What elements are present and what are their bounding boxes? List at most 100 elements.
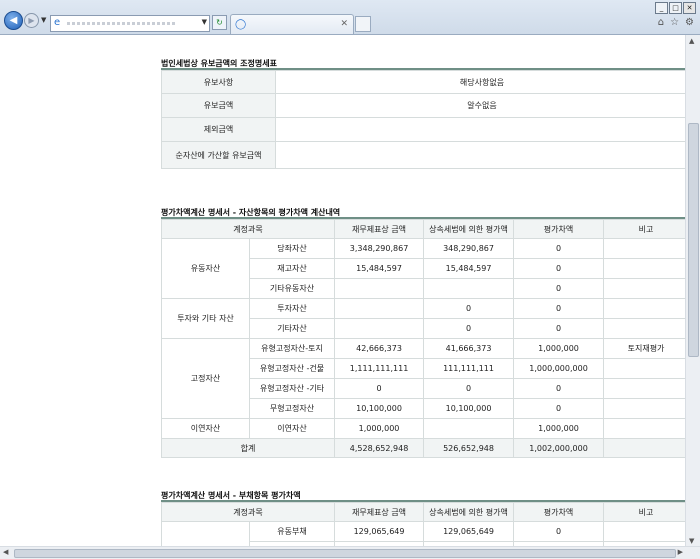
maximize-button[interactable]: □ — [669, 2, 682, 14]
total-row: 합계 4,528,652,948 526,652,948 1,002,000,0… — [160, 438, 686, 458]
header-appraised: 상속세법에 의한 평가액 — [423, 502, 515, 522]
note — [603, 358, 686, 379]
group-label: 유동자산 — [161, 238, 250, 299]
appraised-amount: 0 — [423, 318, 515, 339]
total-appraised-amount: 526,652,948 — [423, 438, 515, 458]
page-loading-icon: ◯ — [235, 19, 247, 30]
browser-toolbar: _ □ ✕ ◀ ▶ ▼ e ▼ ↻ ◯ ✕ ⌂ ☆ ⚙ — [0, 0, 700, 35]
appraised-amount: 348,290,867 — [423, 238, 515, 259]
group-label: 투자와 기타 자산 — [161, 298, 250, 339]
favorites-star-icon[interactable]: ☆ — [670, 17, 679, 28]
difference-amount: 1,000,000 — [513, 418, 605, 439]
scroll-down-icon[interactable]: ▼ — [689, 537, 694, 545]
row-value — [275, 141, 686, 169]
difference-amount: 1,000,000,000 — [513, 358, 605, 379]
table-row: 유동부채 129,065,649 129,065,649 0 — [161, 521, 686, 547]
difference-amount: 1,000,000 — [513, 338, 605, 359]
note — [603, 521, 686, 542]
note — [603, 238, 686, 259]
difference-amount: 0 — [513, 398, 605, 419]
browser-tools: ⌂ ☆ ⚙ — [658, 17, 694, 28]
new-tab-button[interactable] — [355, 16, 371, 32]
table-row: 이연자산 이연자산 1,000,000 1,000,000 — [161, 418, 686, 439]
home-icon[interactable]: ⌂ — [658, 17, 664, 28]
header-book-amount: 재무제표상 금액 — [334, 502, 425, 522]
table-row: 제외금액 — [161, 117, 686, 142]
account-name: 투자자산 — [248, 298, 336, 319]
scroll-up-icon[interactable]: ▲ — [689, 37, 694, 45]
vertical-scrollbar[interactable]: ▲ ▼ — [685, 35, 700, 547]
table-row: 유보금액 알수없음 — [161, 93, 686, 118]
header-account: 계정과목 — [160, 502, 336, 522]
arrow-left-icon: ◀ — [9, 15, 18, 26]
gear-icon[interactable]: ⚙ — [685, 17, 694, 28]
row-label: 유보금액 — [161, 93, 276, 118]
book-amount — [334, 298, 425, 319]
table-row: 유동자산 당좌자산 3,348,290,867 348,290,867 0 — [161, 238, 686, 299]
header-note: 비고 — [603, 219, 686, 239]
row-label: 유보사항 — [161, 70, 276, 94]
browser-tab[interactable]: ◯ ✕ — [230, 14, 354, 34]
book-amount: 1,000,000 — [334, 418, 425, 439]
header-note: 비고 — [603, 502, 686, 522]
table-row: 고정자산 유형고정자산-토지 42,666,373 41,666,373 1,0… — [161, 338, 686, 419]
appraised-amount — [423, 278, 515, 299]
account-name: 당좌자산 — [248, 238, 336, 259]
forward-button[interactable]: ▶ — [24, 13, 39, 28]
row-label: 순자산에 가산할 유보금액 — [161, 141, 276, 169]
difference-amount: 0 — [513, 378, 605, 399]
chevron-down-icon: ▼ — [41, 16, 47, 24]
note — [603, 298, 686, 319]
row-label: 제외금액 — [161, 117, 276, 142]
arrow-right-icon: ▶ — [28, 16, 35, 25]
scroll-right-icon[interactable]: ▶ — [678, 548, 683, 556]
header-appraised: 상속세법에 의한 평가액 — [423, 219, 515, 239]
header-book-amount: 재무제표상 금액 — [334, 219, 425, 239]
address-dropdown-icon[interactable]: ▼ — [202, 18, 207, 26]
appraised-amount: 41,666,373 — [423, 338, 515, 359]
difference-amount: 0 — [513, 318, 605, 339]
group-label: 이연자산 — [161, 418, 250, 439]
account-name: 무형고정자산 — [248, 398, 336, 419]
close-tab-icon[interactable]: ✕ — [340, 19, 348, 29]
address-bar[interactable]: e ▼ — [50, 15, 210, 32]
refresh-icon: ↻ — [216, 18, 223, 27]
close-window-button[interactable]: ✕ — [683, 2, 696, 14]
refresh-button[interactable]: ↻ — [212, 15, 227, 30]
appraised-amount: 0 — [423, 378, 515, 399]
appraised-amount — [423, 418, 515, 439]
horizontal-scroll-thumb[interactable] — [14, 549, 676, 558]
scroll-left-icon[interactable]: ◀ — [3, 548, 8, 556]
asset-valuation-table: 계정과목 재무제표상 금액 상속세법에 의한 평가액 평가차액 비고 유동자산 … — [160, 219, 686, 458]
account-name: 유형고정자산 -기타 — [248, 378, 336, 399]
ie-logo-icon: e — [54, 17, 61, 28]
window-controls: _ □ ✕ — [655, 2, 696, 14]
account-name: 유형고정자산-토지 — [248, 338, 336, 359]
liability-valuation-table: 계정과목 재무제표상 금액 상속세법에 의한 평가액 평가차액 비고 유동부채 … — [160, 502, 686, 547]
difference-amount: 0 — [513, 258, 605, 279]
account-name: 유동부채 — [248, 521, 336, 542]
difference-amount: 0 — [513, 278, 605, 299]
book-amount: 3,348,290,867 — [334, 238, 425, 259]
note — [603, 398, 686, 419]
page-viewport: 법인세법상 유보금액의 조정명세표 유보사항 해당사항없음 유보금액 알수없음 … — [0, 35, 686, 547]
vertical-scroll-thumb[interactable] — [688, 123, 699, 357]
header-account: 계정과목 — [160, 219, 336, 239]
appraised-amount: 10,100,000 — [423, 398, 515, 419]
back-button[interactable]: ◀ — [4, 11, 23, 30]
horizontal-scrollbar[interactable]: ◀ ▶ — [0, 546, 700, 559]
group-label: 고정자산 — [161, 338, 250, 419]
difference-amount: 0 — [513, 521, 605, 542]
appraised-amount: 15,484,597 — [423, 258, 515, 279]
table-row: 투자와 기타 자산 투자자산 0 0 — [161, 298, 686, 339]
header-difference: 평가차액 — [513, 502, 605, 522]
appraised-amount: 0 — [423, 298, 515, 319]
account-name: 이연자산 — [248, 418, 336, 439]
book-amount: 1,111,111,111 — [334, 358, 425, 379]
table-header-row: 계정과목 재무제표상 금액 상속세법에 의한 평가액 평가차액 비고 — [160, 219, 686, 239]
book-amount: 10,100,000 — [334, 398, 425, 419]
minimize-button[interactable]: _ — [655, 2, 668, 14]
history-dropdown[interactable]: ▼ — [41, 16, 46, 24]
group-label — [161, 521, 250, 547]
table-header-row: 계정과목 재무제표상 금액 상속세법에 의한 평가액 평가차액 비고 — [160, 502, 686, 522]
